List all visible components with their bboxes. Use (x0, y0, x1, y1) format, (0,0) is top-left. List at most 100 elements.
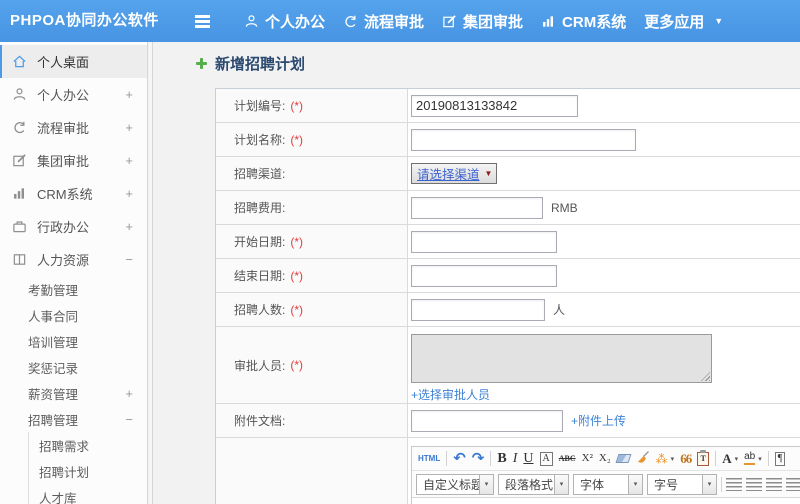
expand-toggle[interactable]: + (125, 386, 133, 401)
char-border-button[interactable]: A (539, 451, 553, 466)
caret-down-icon[interactable]: ▾ (479, 474, 493, 494)
attachment-input[interactable] (411, 409, 563, 432)
sidebar-subitem-rewards[interactable]: 奖惩记录 (0, 354, 147, 380)
nav-group-approval[interactable]: 集团审批 (442, 11, 523, 32)
editor-toolbar-row1: HTML ↶ ↷ B I U A ABC X² X₂ ⁂ ▾ 66 T A ▾ … (412, 447, 800, 471)
caret-down-icon[interactable]: ▾ (671, 455, 675, 463)
sidebar-subitem-recruit-plan[interactable]: 招聘计划 (29, 458, 147, 484)
select-value: 字号 (654, 477, 679, 492)
field-label: 附件文档: (216, 404, 408, 437)
sidebar-subitem-label: 薪资管理 (28, 387, 79, 402)
nav-crm-system[interactable]: CRM系统 (541, 11, 626, 32)
editor-content[interactable] (412, 498, 800, 504)
expand-toggle[interactable]: + (125, 186, 133, 201)
edit-icon (442, 14, 457, 29)
flow-icon (12, 120, 29, 135)
nav-more-apps[interactable]: 更多应用 ▼ (644, 11, 723, 32)
label-text: 招聘费用: (234, 201, 286, 215)
align-left-icon[interactable] (726, 477, 742, 491)
headcount-unit: 人 (553, 303, 566, 317)
sidebar-subitem-recruitment[interactable]: 招聘管理 − (0, 406, 147, 432)
resize-handle-icon[interactable] (701, 372, 710, 381)
menu-toggle-icon[interactable] (194, 14, 212, 28)
sidebar-subitem-talent-pool[interactable]: 人才库 (29, 484, 147, 504)
sidebar-subitem-recruit-demand[interactable]: 招聘需求 (29, 432, 147, 458)
select-approver-link[interactable]: +选择审批人员 (411, 386, 490, 403)
sidebar-item-workflow-approval[interactable]: 流程审批 + (0, 111, 147, 144)
align-right-icon[interactable] (766, 477, 782, 491)
end-date-input[interactable] (411, 264, 557, 287)
format-brush-icon[interactable] (636, 450, 650, 467)
font-color-button[interactable]: A (722, 452, 731, 465)
sidebar-item-group-approval[interactable]: 集团审批 + (0, 144, 147, 177)
field-value (408, 89, 800, 122)
expand-toggle[interactable]: + (125, 153, 133, 168)
required-mark: (*) (290, 302, 304, 317)
font-family-select[interactable]: 字体 ▾ (573, 473, 643, 495)
form-row-approver: 审批人员: (*) +选择审批人员 (216, 327, 800, 404)
auto-typeset-icon[interactable]: ⁂ (656, 452, 668, 466)
more-tool-button[interactable]: ¶ (774, 451, 786, 466)
sidebar-subitem-attendance[interactable]: 考勤管理 (0, 276, 147, 302)
nav-personal-office[interactable]: 个人办公 (244, 11, 325, 32)
field-value (408, 259, 800, 292)
attachment-upload-link[interactable]: +附件上传 (571, 412, 626, 429)
custom-heading-select[interactable]: 自定义标题 ▾ (416, 473, 494, 495)
caret-down-icon[interactable]: ▾ (554, 474, 568, 494)
headcount-input[interactable] (411, 298, 545, 321)
plan-name-input[interactable] (411, 128, 636, 151)
superscript-button[interactable]: X² (582, 453, 593, 464)
bold-button[interactable]: B (497, 451, 506, 466)
approver-textarea[interactable] (411, 334, 712, 383)
nav-workflow-approval[interactable]: 流程审批 (343, 11, 424, 32)
sidebar-item-admin-office[interactable]: 行政办公 + (0, 210, 147, 243)
expand-toggle[interactable]: + (125, 219, 133, 234)
start-date-input[interactable] (411, 230, 557, 253)
collapse-toggle[interactable]: − (125, 412, 133, 427)
eraser-icon[interactable] (615, 454, 632, 463)
paste-text-icon[interactable]: T (697, 449, 710, 466)
sidebar-item-hr[interactable]: 人力资源 − (0, 243, 147, 276)
label-text: 审批人员: (234, 358, 286, 373)
sidebar-subitem-label: 招聘需求 (39, 439, 90, 454)
caret-down-icon[interactable]: ▾ (628, 474, 642, 494)
select-value: 段落格式 (505, 477, 554, 492)
strikethrough-button[interactable]: ABC (559, 454, 576, 463)
sidebar-item-desktop[interactable]: 个人桌面 (0, 45, 147, 78)
sidebar-item-personal-office[interactable]: 个人办公 + (0, 78, 147, 111)
highlight-color-button[interactable]: ab (744, 452, 756, 465)
sidebar-item-label: 个人办公 (37, 88, 90, 103)
redo-icon[interactable]: ↷ (472, 451, 485, 466)
sidebar-item-label: 个人桌面 (37, 55, 90, 70)
plan-no-input[interactable] (411, 94, 578, 117)
fee-input[interactable] (411, 196, 543, 219)
italic-button[interactable]: I (513, 451, 518, 466)
expand-toggle[interactable]: + (125, 120, 133, 135)
sidebar-item-crm[interactable]: CRM系统 + (0, 177, 147, 210)
sidebar-subitem-training[interactable]: 培训管理 (0, 328, 147, 354)
sidebar-subitem-label: 招聘计划 (39, 465, 90, 480)
channel-select[interactable]: 请选择渠道 ▼ (411, 163, 498, 184)
font-size-select[interactable]: 字号 ▾ (647, 473, 717, 495)
paragraph-format-select[interactable]: 段落格式 ▾ (498, 473, 569, 495)
sidebar-subitem-label: 人才库 (39, 491, 77, 504)
caret-down-icon[interactable]: ▾ (758, 455, 762, 463)
subscript-button[interactable]: X₂ (599, 453, 611, 464)
html-source-button[interactable]: HTML (418, 454, 440, 463)
underline-button[interactable]: U (523, 451, 533, 466)
expand-toggle[interactable]: + (125, 87, 133, 102)
label-text: 计划编号: (234, 99, 286, 113)
blockquote-button[interactable]: 66 (680, 452, 692, 465)
sidebar-subitem-salary[interactable]: 薪资管理 + (0, 380, 147, 406)
topbar: PHPOA协同办公软件 个人办公 流程审批 集团审批 CRM系统 更多应用 ▼ (0, 0, 800, 42)
sidebar-subitem-hr-contract[interactable]: 人事合同 (0, 302, 147, 328)
caret-down-icon[interactable]: ▾ (702, 474, 716, 494)
sidebar-item-label: 流程审批 (37, 121, 90, 136)
align-center-icon[interactable] (746, 477, 762, 491)
field-value: +选择审批人员 (408, 327, 800, 403)
collapse-toggle[interactable]: − (125, 252, 133, 267)
align-justify-icon[interactable] (786, 477, 800, 491)
caret-down-icon[interactable]: ▾ (735, 455, 739, 463)
person-icon (244, 14, 259, 29)
undo-icon[interactable]: ↶ (453, 451, 466, 466)
